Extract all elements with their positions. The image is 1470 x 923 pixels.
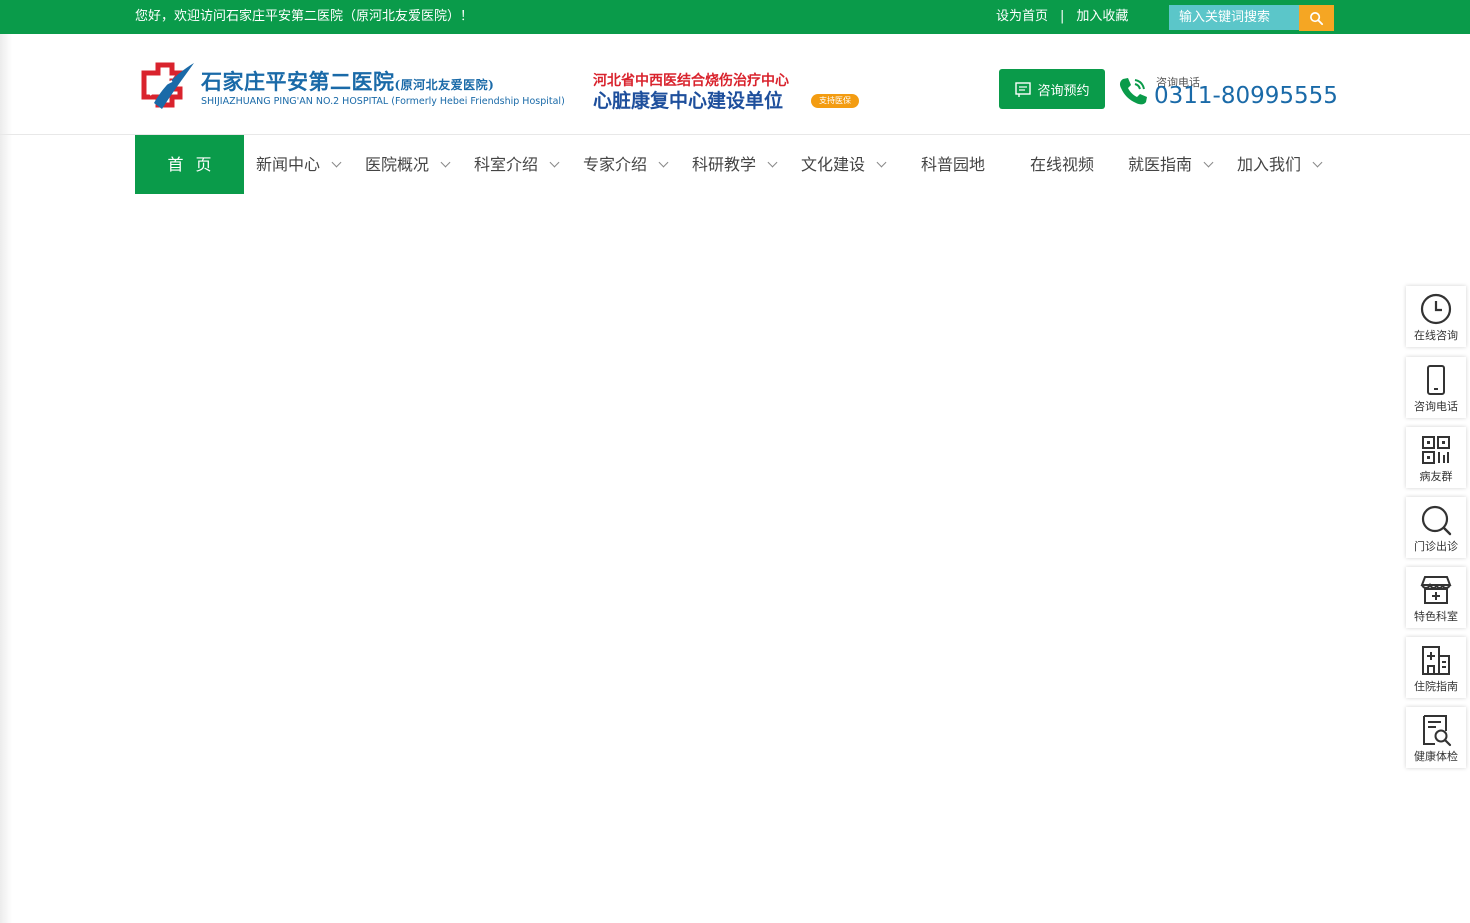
logo-title-sub: (原河北友爱医院) <box>394 78 495 92</box>
nav-item-guide[interactable]: 就医指南 <box>1128 135 1214 194</box>
welcome-text: 您好，欢迎访问石家庄平安第二医院（原河北友爱医院）！ <box>135 9 474 24</box>
search-icon <box>1310 11 1324 25</box>
side-item-label: 门诊出诊 <box>1414 540 1458 553</box>
insurance-badge: 支持医保 <box>811 94 859 108</box>
add-favorite-link[interactable]: 加入收藏 <box>1076 9 1128 24</box>
search-input[interactable] <box>1169 5 1299 30</box>
side-item-label: 健康体检 <box>1414 750 1458 763</box>
side-item-label: 住院指南 <box>1414 680 1458 693</box>
nav-item-label: 科室介绍 <box>474 155 539 174</box>
nav-item-label: 首页 <box>167 155 224 174</box>
side-item-outpatient[interactable]: 门诊出诊 <box>1406 497 1466 558</box>
nav-item-label: 专家介绍 <box>583 155 648 174</box>
qrcode-icon <box>1422 436 1450 464</box>
form-icon <box>1015 82 1032 97</box>
chevron-down-icon <box>658 157 669 168</box>
left-shadow <box>0 34 12 923</box>
link-separator: | <box>1060 9 1065 24</box>
side-item-inpatient-guide[interactable]: 住院指南 <box>1406 637 1466 698</box>
chevron-down-icon <box>1312 157 1323 168</box>
logo-title-main: 石家庄平安第二医院 <box>201 69 395 94</box>
phone-number[interactable]: 0311-80995555 <box>1154 83 1338 109</box>
side-item-label: 病友群 <box>1419 470 1453 483</box>
nav-item-video[interactable]: 在线视频 <box>1030 135 1094 194</box>
nav-item-label: 医院概况 <box>365 155 430 174</box>
slogan-line-2: 心脏康复中心建设单位 <box>593 90 784 112</box>
chevron-down-icon <box>549 157 560 168</box>
header: 石家庄平安第二医院(原河北友爱医院) SHIJIAZHUANG PING'AN … <box>0 34 1470 135</box>
nav-item-label: 文化建设 <box>801 155 866 174</box>
side-item-patient-group[interactable]: 病友群 <box>1406 427 1466 488</box>
search-button[interactable] <box>1299 5 1334 31</box>
chevron-down-icon <box>440 157 451 168</box>
phone-icon <box>1119 78 1147 105</box>
side-item-online-consult[interactable]: 在线咨询 <box>1406 286 1466 347</box>
nav-item-label: 在线视频 <box>1030 155 1095 174</box>
consult-button[interactable]: 咨询预约 <box>999 69 1105 109</box>
nav-item-label: 加入我们 <box>1237 155 1302 174</box>
chevron-down-icon <box>876 157 887 168</box>
top-links: 设为首页 | 加入收藏 <box>996 0 1128 34</box>
side-item-featured-departments[interactable]: 特色科室 <box>1406 567 1466 628</box>
hospital-logo-icon[interactable] <box>136 59 196 114</box>
main-nav: 首页 新闻中心 医院概况 科室介绍 专家介绍 科研教学 文化建设 科普园地 在线… <box>135 135 1335 194</box>
nav-item-about[interactable]: 医院概况 <box>365 135 451 194</box>
nav-item-label: 科普园地 <box>921 155 986 174</box>
side-item-phone[interactable]: 咨询电话 <box>1406 357 1466 418</box>
store-icon <box>1420 576 1452 604</box>
nav-item-research[interactable]: 科研教学 <box>692 135 778 194</box>
mobile-icon <box>1427 365 1445 395</box>
set-home-link[interactable]: 设为首页 <box>996 9 1048 24</box>
nav-item-news[interactable]: 新闻中心 <box>256 135 342 194</box>
nav-item-science[interactable]: 科普园地 <box>921 135 985 194</box>
consult-button-label: 咨询预约 <box>1037 83 1090 99</box>
clock-icon <box>1420 293 1452 325</box>
chevron-down-icon <box>331 157 342 168</box>
side-item-label: 咨询电话 <box>1414 400 1458 413</box>
nav-item-label: 新闻中心 <box>256 155 321 174</box>
logo-english: SHIJIAZHUANG PING'AN NO.2 HOSPITAL (Form… <box>201 96 565 107</box>
nav-item-home[interactable]: 首页 <box>135 135 244 194</box>
nav-item-label: 就医指南 <box>1128 155 1193 174</box>
search-icon <box>1421 505 1452 536</box>
side-item-label: 特色科室 <box>1414 610 1458 623</box>
nav-item-experts[interactable]: 专家介绍 <box>583 135 669 194</box>
top-bar: 您好，欢迎访问石家庄平安第二医院（原河北友爱医院）！ 设为首页 | 加入收藏 <box>0 0 1470 34</box>
side-item-health-checkup[interactable]: 健康体检 <box>1406 707 1466 768</box>
report-icon <box>1423 715 1452 747</box>
chevron-down-icon <box>767 157 778 168</box>
nav-item-label: 科研教学 <box>692 155 757 174</box>
chevron-down-icon <box>1203 157 1214 168</box>
logo-title: 石家庄平安第二医院(原河北友爱医院) <box>201 66 494 96</box>
side-item-label: 在线咨询 <box>1414 329 1458 342</box>
nav-item-culture[interactable]: 文化建设 <box>801 135 887 194</box>
nav-item-departments[interactable]: 科室介绍 <box>474 135 560 194</box>
hospital-icon <box>1422 646 1450 675</box>
nav-item-join[interactable]: 加入我们 <box>1237 135 1323 194</box>
